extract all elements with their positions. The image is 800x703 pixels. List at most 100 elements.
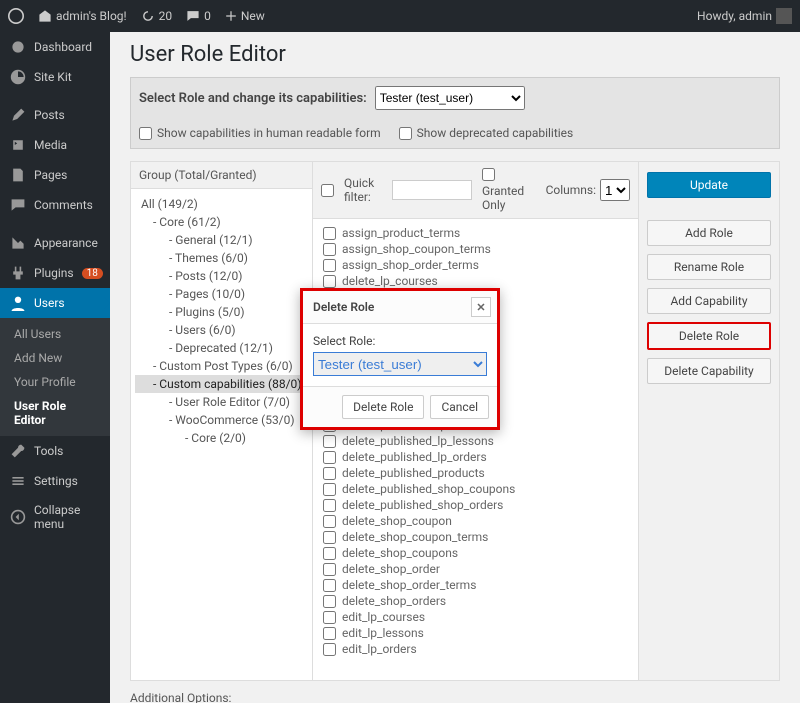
menu-users[interactable]: Users xyxy=(0,288,110,318)
capability-checkbox[interactable] xyxy=(323,259,336,272)
group-item[interactable]: - Custom capabilities (88/0) xyxy=(135,375,308,393)
sub-add-new[interactable]: Add New xyxy=(0,346,110,370)
capability-label: assign_product_terms xyxy=(342,226,460,240)
cb-human-readable-label: Show capabilities in human readable form xyxy=(157,126,381,140)
cb-deprecated-input[interactable] xyxy=(399,127,412,140)
group-item[interactable]: - User Role Editor (7/0) xyxy=(135,393,308,411)
rename-role-button[interactable]: Rename Role xyxy=(647,254,771,280)
dialog-title: Delete Role xyxy=(313,300,374,314)
site-name: admin's Blog! xyxy=(56,9,127,23)
menu-collapse-label: Collapse menu xyxy=(34,503,100,531)
add-role-button[interactable]: Add Role xyxy=(647,220,771,246)
capability-label: delete_shop_order xyxy=(342,562,440,576)
update-button[interactable]: Update xyxy=(647,172,771,198)
wp-logo-icon[interactable] xyxy=(8,8,24,24)
group-item[interactable]: - Deprecated (12/1) xyxy=(135,339,308,357)
menu-plugins[interactable]: Plugins 18 xyxy=(0,258,110,288)
capability-checkbox[interactable] xyxy=(323,531,336,544)
capability-row: delete_shop_order_terms xyxy=(323,577,628,593)
dialog-close-button[interactable]: ✕ xyxy=(471,297,491,317)
dialog-role-select[interactable]: Tester (test_user) xyxy=(313,352,487,376)
group-item[interactable]: - Themes (6/0) xyxy=(135,249,308,267)
menu-media[interactable]: Media xyxy=(0,130,110,160)
caps-select-all[interactable] xyxy=(321,184,334,197)
capability-checkbox[interactable] xyxy=(323,435,336,448)
delete-role-button[interactable]: Delete Role xyxy=(647,322,771,350)
additional-options: Additional Options: Hide admin bar xyxy=(130,691,780,703)
capability-checkbox[interactable] xyxy=(323,227,336,240)
capability-label: delete_published_shop_orders xyxy=(342,498,503,512)
comments-link[interactable]: 0 xyxy=(186,9,211,23)
group-item[interactable]: - Plugins (5/0) xyxy=(135,303,308,321)
capability-checkbox[interactable] xyxy=(323,563,336,576)
capability-row: delete_shop_orders xyxy=(323,593,628,609)
capability-row: edit_lp_orders xyxy=(323,641,628,657)
menu-sitekit[interactable]: Site Kit xyxy=(0,62,110,92)
capability-checkbox[interactable] xyxy=(323,499,336,512)
menu-collapse[interactable]: Collapse menu xyxy=(0,496,110,538)
capability-checkbox[interactable] xyxy=(323,579,336,592)
capability-row: delete_published_shop_coupons xyxy=(323,481,628,497)
capability-row: delete_shop_coupons xyxy=(323,545,628,561)
menu-settings-label: Settings xyxy=(34,474,78,488)
capability-checkbox[interactable] xyxy=(323,627,336,640)
capability-checkbox[interactable] xyxy=(323,275,336,288)
capability-checkbox[interactable] xyxy=(323,467,336,480)
menu-media-label: Media xyxy=(34,138,67,152)
menu-appearance[interactable]: Appearance xyxy=(0,228,110,258)
group-header: Group (Total/Granted) xyxy=(131,162,312,189)
sub-all-users[interactable]: All Users xyxy=(0,322,110,346)
group-item[interactable]: - Pages (10/0) xyxy=(135,285,308,303)
menu-tools[interactable]: Tools xyxy=(0,436,110,466)
capability-label: delete_lp_courses xyxy=(342,274,438,288)
group-item[interactable]: - Users (6/0) xyxy=(135,321,308,339)
quick-filter-input[interactable] xyxy=(392,180,472,200)
additional-options-label: Additional Options: xyxy=(130,691,780,703)
group-item[interactable]: - WooCommerce (53/0) xyxy=(135,411,308,429)
columns-select[interactable]: 1 xyxy=(600,179,630,201)
group-item[interactable]: - Custom Post Types (6/0) xyxy=(135,357,308,375)
menu-posts[interactable]: Posts xyxy=(0,100,110,130)
group-tree: All (149/2)- Core (61/2)- General (12/1)… xyxy=(131,189,312,453)
sub-user-role-editor[interactable]: User Role Editor xyxy=(0,394,110,432)
group-item[interactable]: - Core (2/0) xyxy=(135,429,308,447)
capability-row: edit_lp_lessons xyxy=(323,625,628,641)
menu-dashboard[interactable]: Dashboard xyxy=(0,32,110,62)
new-link[interactable]: New xyxy=(225,9,265,23)
group-item[interactable]: - Core (61/2) xyxy=(135,213,308,231)
capability-checkbox[interactable] xyxy=(323,515,336,528)
granted-only[interactable]: Granted Only xyxy=(482,168,536,212)
howdy-link[interactable]: Howdy, admin xyxy=(697,8,792,24)
group-item[interactable]: - General (12/1) xyxy=(135,231,308,249)
capability-checkbox[interactable] xyxy=(323,611,336,624)
menu-tools-label: Tools xyxy=(34,444,63,458)
dialog-delete-button[interactable]: Delete Role xyxy=(342,395,424,419)
sub-your-profile[interactable]: Your Profile xyxy=(0,370,110,394)
group-item[interactable]: - Posts (12/0) xyxy=(135,267,308,285)
delete-capability-button[interactable]: Delete Capability xyxy=(647,358,771,384)
add-capability-button[interactable]: Add Capability xyxy=(647,288,771,314)
capability-checkbox[interactable] xyxy=(323,451,336,464)
cb-human-readable[interactable]: Show capabilities in human readable form xyxy=(139,126,381,140)
menu-settings[interactable]: Settings xyxy=(0,466,110,496)
group-item[interactable]: All (149/2) xyxy=(135,195,308,213)
capability-checkbox[interactable] xyxy=(323,243,336,256)
capability-checkbox[interactable] xyxy=(323,643,336,656)
dialog-cancel-button[interactable]: Cancel xyxy=(430,395,489,419)
capability-label: edit_lp_orders xyxy=(342,642,417,656)
granted-only-input[interactable] xyxy=(482,168,495,181)
updates-link[interactable]: 20 xyxy=(141,9,173,23)
capability-checkbox[interactable] xyxy=(323,483,336,496)
menu-comments[interactable]: Comments xyxy=(0,190,110,220)
cb-deprecated[interactable]: Show deprecated capabilities xyxy=(399,126,574,140)
capability-label: delete_published_lp_lessons xyxy=(342,434,494,448)
capability-row: assign_product_terms xyxy=(323,225,628,241)
menu-pages[interactable]: Pages xyxy=(0,160,110,190)
role-select[interactable]: Tester (test_user) xyxy=(375,86,525,110)
site-link[interactable]: admin's Blog! xyxy=(38,9,127,23)
capability-checkbox[interactable] xyxy=(323,595,336,608)
page-title: User Role Editor xyxy=(130,42,780,67)
cb-human-readable-input[interactable] xyxy=(139,127,152,140)
granted-only-label: Granted Only xyxy=(482,184,524,212)
capability-checkbox[interactable] xyxy=(323,547,336,560)
